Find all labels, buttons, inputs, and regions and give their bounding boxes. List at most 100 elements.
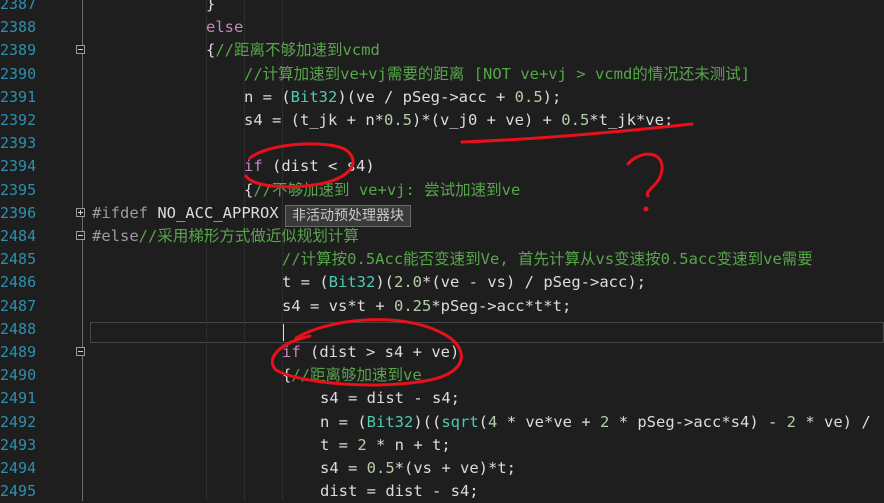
code-token: sqrt	[441, 412, 479, 431]
code-line[interactable]: 2389 {//距离不够加速到vcmd	[0, 39, 884, 62]
code-token: (dist > s4 + ve)	[300, 343, 460, 361]
code-text: }	[206, 0, 215, 16]
line-number: 2492	[0, 412, 37, 431]
code-text: t = 2 * n + t;	[320, 434, 451, 457]
code-line[interactable]: 2392 s4 = (t_jk + n*0.5)*(v_j0 + ve) + 0.…	[0, 109, 884, 132]
code-line[interactable]: 2484 #else//采用梯形方式做近似规划计算	[0, 225, 884, 248]
code-text: //计算按0.5Acc能否变速到Ve, 首先计算从vs变速按0.5acc变速到v…	[282, 248, 813, 271]
code-line[interactable]: 2396 #ifdef NO_ACC_APPROX	[0, 202, 884, 225]
code-line[interactable]: 2387}	[0, 0, 884, 16]
code-line[interactable]: 2391 n = (Bit32)(ve / pSeg->acc + 0.5);	[0, 86, 884, 109]
code-token: if	[244, 157, 263, 176]
code-line[interactable]: 2489 if (dist > s4 + ve)	[0, 341, 884, 364]
line-number: 2392	[0, 111, 37, 129]
code-text: s4 = (t_jk + n*0.5)*(v_j0 + ve) + 0.5*t_…	[244, 109, 673, 132]
code-text: dist = dist - s4;	[320, 480, 479, 503]
line-number: 2391	[0, 87, 37, 106]
code-line[interactable]: 2487 s4 = vs*t + 0.25*pSeg->acc*t*t;	[0, 295, 884, 318]
code-line[interactable]: 2388 else	[0, 16, 884, 39]
code-token: * pSeg->acc*s4) -	[609, 412, 787, 431]
line-number: 2393	[0, 134, 37, 153]
code-token: *(ve - vs) / pSeg->acc);	[422, 273, 646, 292]
code-text: {//距离够加速到ve	[282, 364, 422, 387]
code-token: 0.5	[366, 459, 395, 477]
code-token: 0.5	[383, 111, 412, 129]
code-text: t = (Bit32)(2.0*(ve - vs) / pSeg->acc);	[282, 271, 646, 294]
code-text: s4 = 0.5*(vs + ve)*t;	[320, 457, 516, 480]
code-token: 0.25	[393, 296, 432, 315]
line-number: 2488	[0, 319, 37, 338]
code-line[interactable]: 2494 s4 = 0.5*(vs + ve)*t;	[0, 457, 884, 480]
code-line[interactable]: 2491 s4 = dist - s4;	[0, 387, 884, 410]
code-line[interactable]: 2490 {//距离够加速到ve	[0, 364, 884, 387]
code-text: if (dist > s4 + ve)	[282, 341, 459, 364]
code-token: //距离不够加速到vcmd	[215, 41, 380, 60]
code-token: * ve*ve +	[497, 412, 601, 431]
code-token: 0.5	[561, 111, 590, 129]
code-token: n = (	[244, 87, 291, 106]
code-text: n = (Bit32)((sqrt(4 * ve*ve + 2 * pSeg->…	[320, 411, 871, 434]
code-token: * n + t;	[366, 435, 451, 454]
code-text: {//不够加速到 ve+vj: 尝试加速到ve	[244, 179, 520, 202]
code-token: s4 =	[320, 459, 367, 477]
code-line[interactable]: 2488	[0, 318, 884, 341]
line-number: 2396	[0, 203, 37, 222]
code-token: );	[542, 87, 562, 106]
line-number: 2395	[0, 180, 37, 199]
code-line[interactable]: 2393	[0, 132, 884, 155]
code-token: (	[478, 412, 489, 431]
code-token: )((	[413, 412, 442, 431]
code-text: {//距离不够加速到vcmd	[206, 39, 380, 62]
line-number: 2486	[0, 273, 37, 292]
code-token: {	[282, 366, 292, 385]
line-number: 2394	[0, 157, 37, 176]
line-number: 2495	[0, 482, 37, 501]
line-number: 2491	[0, 389, 37, 408]
code-token: if	[282, 343, 301, 361]
collapse-fold-icon[interactable]	[76, 231, 85, 240]
code-line[interactable]: 2492 n = (Bit32)((sqrt(4 * ve*ve + 2 * pS…	[0, 411, 884, 434]
code-line[interactable]: 2394 if (dist < s4)	[0, 155, 884, 178]
line-number: 2493	[0, 435, 37, 454]
code-token: Bit32	[290, 87, 338, 106]
code-token: n = (	[320, 412, 367, 431]
code-line[interactable]: 2495 dist = dist - s4;	[0, 480, 884, 503]
code-line[interactable]: 2493 t = 2 * n + t;	[0, 434, 884, 457]
code-text: //计算加速到ve+vj需要的距离 [NOT ve+vj > vcmd的情况还未…	[244, 63, 750, 86]
code-token: 0.5	[514, 87, 543, 106]
collapse-fold-icon[interactable]	[76, 347, 85, 356]
code-token: 2	[357, 435, 367, 454]
line-number: 2390	[0, 64, 37, 83]
code-token: {	[244, 180, 254, 199]
line-number: 2387	[0, 0, 37, 13]
code-token: dist = dist - s4;	[320, 482, 479, 501]
collapse-fold-icon[interactable]	[76, 45, 85, 55]
code-text: if (dist < s4)	[244, 155, 375, 178]
code-line[interactable]: 2486 t = (Bit32)(2.0*(ve - vs) / pSeg->ac…	[0, 271, 884, 294]
line-number: 2494	[0, 459, 37, 477]
code-token: //计算加速到ve+vj需要的距离 [NOT ve+vj > vcmd的情况还未…	[244, 64, 751, 83]
code-token: )(	[375, 273, 395, 292]
line-number: 2389	[0, 41, 37, 60]
code-token: s4 = dist - s4;	[320, 389, 460, 408]
code-text: s4 = vs*t + 0.25*pSeg->acc*t*t;	[282, 295, 571, 318]
code-token: //不够加速到 ve+vj: 尝试加速到ve	[253, 180, 521, 199]
code-text: s4 = dist - s4;	[320, 387, 460, 410]
code-token: }	[206, 0, 216, 13]
line-number: 2388	[0, 18, 37, 37]
code-token: )(ve / pSeg->acc +	[337, 87, 515, 106]
line-number: 2484	[0, 227, 37, 245]
expand-fold-icon[interactable]	[76, 207, 85, 217]
code-text: n = (Bit32)(ve / pSeg->acc + 0.5);	[244, 86, 561, 109]
line-number: 2485	[0, 250, 37, 269]
code-line[interactable]: 2485 //计算按0.5Acc能否变速到Ve, 首先计算从vs变速按0.5acc…	[0, 248, 884, 271]
code-token: 4	[488, 412, 498, 431]
code-token: Bit32	[366, 412, 414, 431]
code-token: t = (	[282, 273, 329, 292]
code-token: Bit32	[328, 273, 376, 292]
code-token: *(vs + ve)*t;	[394, 459, 516, 477]
code-line[interactable]: 2395 {//不够加速到 ve+vj: 尝试加速到ve	[0, 179, 884, 202]
code-token: 2	[600, 412, 610, 431]
code-text: #else//采用梯形方式做近似规划计算	[92, 225, 359, 248]
code-line[interactable]: 2390 //计算加速到ve+vj需要的距离 [NOT ve+vj > vcmd的…	[0, 63, 884, 86]
